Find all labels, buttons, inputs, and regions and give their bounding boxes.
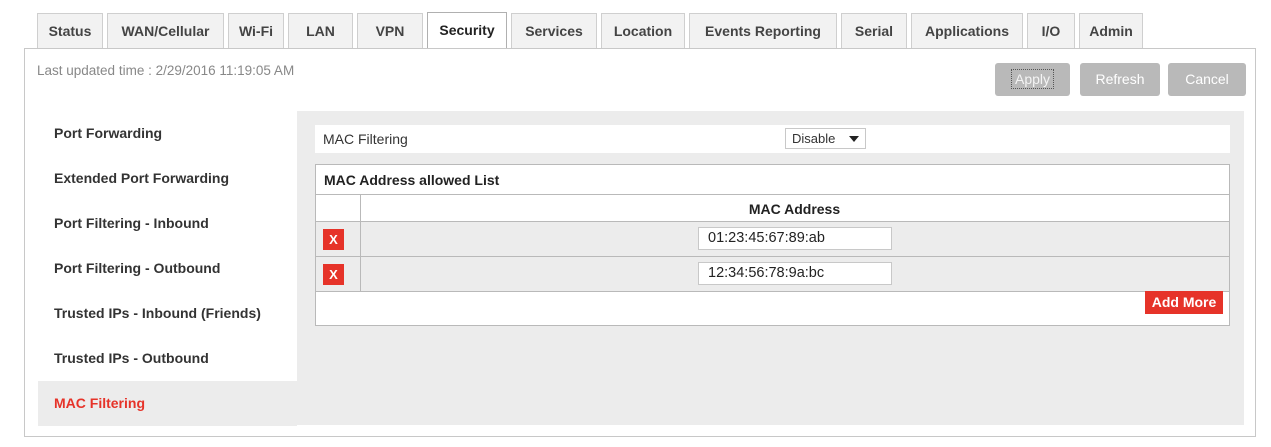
sidebar-item-trusted-ips-inbound[interactable]: Trusted IPs - Inbound (Friends) bbox=[38, 291, 297, 336]
sidebar-item-trusted-ips-outbound[interactable]: Trusted IPs - Outbound bbox=[38, 336, 297, 381]
delete-row-button[interactable]: X bbox=[323, 229, 344, 250]
tab-location[interactable]: Location bbox=[601, 13, 685, 48]
tab-security[interactable]: Security bbox=[427, 12, 507, 48]
tab-services[interactable]: Services bbox=[511, 13, 597, 48]
sidebar-item-port-forwarding[interactable]: Port Forwarding bbox=[38, 111, 297, 156]
mac-address-input[interactable]: 12:34:56:78:9a:bc bbox=[698, 262, 892, 285]
last-updated-text: Last updated time : 2/29/2016 11:19:05 A… bbox=[37, 63, 295, 78]
sidebar-item-extended-port-forwarding[interactable]: Extended Port Forwarding bbox=[38, 156, 297, 201]
tab-wifi[interactable]: Wi-Fi bbox=[228, 13, 284, 48]
tab-status[interactable]: Status bbox=[37, 13, 103, 48]
table-row: X 01:23:45:67:89:ab bbox=[316, 222, 1229, 256]
apply-button-label: Apply bbox=[1010, 69, 1055, 89]
apply-button[interactable]: Apply bbox=[995, 63, 1070, 96]
main-panel: Last updated time : 2/29/2016 11:19:05 A… bbox=[24, 48, 1256, 437]
tab-vpn[interactable]: VPN bbox=[357, 13, 423, 48]
sidebar: Port Forwarding Extended Port Forwarding… bbox=[38, 111, 297, 426]
mac-allowed-table: MAC Address allowed List MAC Address X 0… bbox=[315, 164, 1230, 326]
tab-bar: Status WAN/Cellular Wi-Fi LAN VPN Securi… bbox=[37, 12, 1147, 48]
delete-row-button[interactable]: X bbox=[323, 264, 344, 285]
tab-admin[interactable]: Admin bbox=[1079, 13, 1143, 48]
sidebar-item-mac-filtering[interactable]: MAC Filtering bbox=[38, 381, 297, 426]
divider bbox=[316, 291, 1229, 292]
tab-serial[interactable]: Serial bbox=[841, 13, 907, 48]
sidebar-item-port-filtering-outbound[interactable]: Port Filtering - Outbound bbox=[38, 246, 297, 291]
mac-address-input[interactable]: 01:23:45:67:89:ab bbox=[698, 227, 892, 250]
mac-filtering-row: MAC Filtering Disable bbox=[315, 125, 1230, 153]
tab-events-reporting[interactable]: Events Reporting bbox=[689, 13, 837, 48]
mac-filtering-select-value: Disable bbox=[792, 131, 836, 146]
divider bbox=[316, 194, 1229, 195]
mac-filtering-label: MAC Filtering bbox=[323, 131, 408, 147]
tab-io[interactable]: I/O bbox=[1027, 13, 1075, 48]
content-area: Port Forwarding Extended Port Forwarding… bbox=[38, 111, 1244, 426]
table-row: X 12:34:56:78:9a:bc bbox=[316, 257, 1229, 291]
tab-lan[interactable]: LAN bbox=[288, 13, 353, 48]
table-title: MAC Address allowed List bbox=[324, 172, 500, 188]
chevron-down-icon bbox=[849, 136, 859, 142]
tab-wan-cellular[interactable]: WAN/Cellular bbox=[107, 13, 224, 48]
column-divider bbox=[360, 195, 361, 291]
column-header-mac-address: MAC Address bbox=[748, 201, 841, 217]
tab-applications[interactable]: Applications bbox=[911, 13, 1023, 48]
sidebar-item-port-filtering-inbound[interactable]: Port Filtering - Inbound bbox=[38, 201, 297, 246]
mac-filtering-select[interactable]: Disable bbox=[785, 128, 866, 149]
refresh-button[interactable]: Refresh bbox=[1080, 63, 1160, 96]
cancel-button[interactable]: Cancel bbox=[1168, 63, 1246, 96]
add-more-button[interactable]: Add More bbox=[1145, 291, 1223, 314]
